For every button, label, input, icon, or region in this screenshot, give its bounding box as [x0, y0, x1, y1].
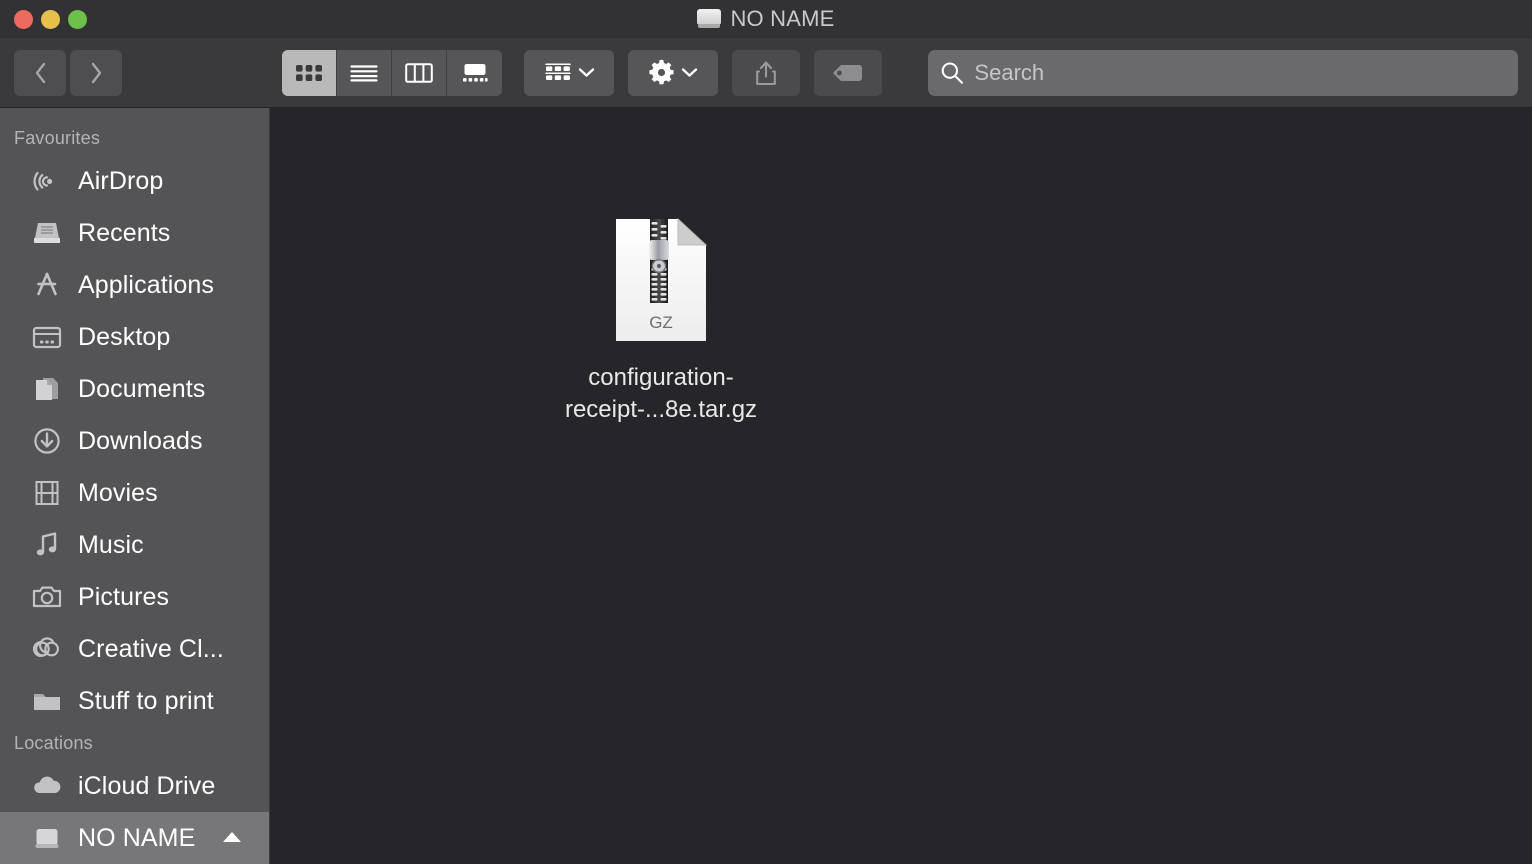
downloads-icon — [34, 428, 60, 454]
gallery-view-button[interactable] — [447, 49, 502, 96]
group-items-icon — [544, 62, 571, 80]
sidebar-item-label: Applications — [78, 270, 215, 299]
airdrop-icon — [33, 171, 53, 191]
icloud-icon — [34, 776, 61, 793]
sidebar-item-recents[interactable]: Recents — [0, 207, 269, 259]
back-button[interactable] — [14, 49, 66, 96]
sidebar-item-icloud-drive[interactable]: iCloud Drive — [0, 760, 269, 812]
edit-tags-button[interactable] — [814, 49, 882, 96]
sidebar: Favourites AirDrop Recents Applications … — [0, 108, 270, 864]
desktop-icon — [32, 326, 62, 349]
sidebar-item-pictures[interactable]: Pictures — [0, 571, 269, 623]
sidebar-item-label: Stuff to print — [78, 686, 214, 715]
sidebar-item-no-name[interactable]: NO NAME — [0, 812, 269, 864]
share-icon — [756, 60, 776, 85]
hard-drive-icon — [697, 9, 722, 29]
sidebar-item-label: AirDrop — [78, 166, 164, 195]
sidebar-item-label: Movies — [78, 478, 158, 507]
sidebar-item-applications[interactable]: Applications — [0, 259, 269, 311]
minimize-button[interactable] — [41, 9, 60, 29]
sidebar-item-music[interactable]: Music — [0, 519, 269, 571]
movies-icon — [35, 481, 59, 505]
title-bar: NO NAME — [0, 0, 1532, 38]
sidebar-item-movies[interactable]: Movies — [0, 467, 269, 519]
pictures-icon — [32, 586, 62, 608]
sidebar-item-label: Recents — [78, 218, 171, 247]
external-drive-icon — [35, 829, 59, 848]
creative-cloud-icon — [32, 637, 59, 658]
sidebar-item-label: Desktop — [78, 322, 171, 351]
sidebar-item-label: NO NAME — [78, 823, 196, 852]
window-body: Favourites AirDrop Recents Applications … — [0, 108, 1532, 864]
chevron-left-icon — [35, 62, 45, 83]
action-menu-button[interactable] — [628, 49, 718, 96]
search-field[interactable] — [928, 49, 1518, 96]
sidebar-item-downloads[interactable]: Downloads — [0, 415, 269, 467]
chevron-down-icon — [578, 68, 594, 77]
list-view-icon — [350, 64, 378, 81]
search-icon — [941, 61, 964, 84]
gear-icon — [649, 59, 674, 85]
recents-icon — [34, 223, 60, 243]
sidebar-item-label: Music — [78, 530, 144, 559]
sidebar-item-creative-cloud[interactable]: Creative Cl... — [0, 623, 269, 675]
sidebar-section-favourites-header: Favourites — [14, 128, 101, 148]
tag-icon — [833, 64, 862, 81]
forward-button[interactable] — [70, 49, 122, 96]
documents-icon — [36, 378, 58, 400]
file-name-label: configuration-receipt-...8e.tar.gz — [564, 364, 758, 423]
sidebar-section-locations-header: Locations — [14, 733, 93, 753]
toolbar — [0, 38, 1532, 108]
eject-icon[interactable] — [219, 828, 245, 848]
sidebar-item-label: iCloud Drive — [78, 771, 216, 800]
file-grid[interactable]: GZ configuration-receipt-...8e.tar.gz — [270, 108, 1532, 864]
view-mode-segmented-control — [282, 49, 502, 96]
column-view-button[interactable] — [392, 49, 447, 96]
sidebar-item-label: Pictures — [78, 582, 170, 611]
window-title-group: NO NAME — [0, 0, 1532, 38]
music-icon — [36, 532, 57, 556]
window-title: NO NAME — [730, 6, 835, 31]
finder-window: NO NAME Search Favourites AirDrop Recent… — [0, 0, 1532, 864]
file-item[interactable]: GZ configuration-receipt-...8e.tar.gz — [556, 217, 766, 426]
sidebar-item-label: Creative Cl... — [78, 634, 224, 663]
navigation-buttons — [14, 49, 122, 96]
list-view-button[interactable] — [337, 49, 392, 96]
icon-view-button[interactable] — [282, 49, 337, 96]
sidebar-item-label: Downloads — [78, 426, 203, 455]
icon-view-icon — [296, 64, 322, 81]
share-button[interactable] — [732, 49, 800, 96]
close-button[interactable] — [14, 9, 33, 29]
sidebar-item-stuff-to-print[interactable]: Stuff to print — [0, 675, 269, 727]
sidebar-item-airdrop[interactable]: AirDrop — [0, 155, 269, 207]
sidebar-item-desktop[interactable]: Desktop — [0, 311, 269, 363]
applications-icon — [37, 272, 57, 296]
group-items-button[interactable] — [524, 49, 614, 96]
gallery-view-icon — [462, 63, 488, 82]
svg-text:GZ: GZ — [649, 313, 673, 332]
sidebar-item-label: Documents — [78, 374, 206, 403]
sidebar-item-documents[interactable]: Documents — [0, 363, 269, 415]
search-input[interactable] — [974, 59, 1506, 86]
maximize-button[interactable] — [68, 9, 87, 29]
chevron-down-icon — [681, 68, 698, 77]
chevron-right-icon — [91, 62, 101, 83]
folder-icon — [34, 694, 60, 710]
gzip-archive-icon: GZ — [615, 217, 708, 342]
window-controls — [0, 9, 87, 29]
column-view-icon — [405, 62, 433, 83]
